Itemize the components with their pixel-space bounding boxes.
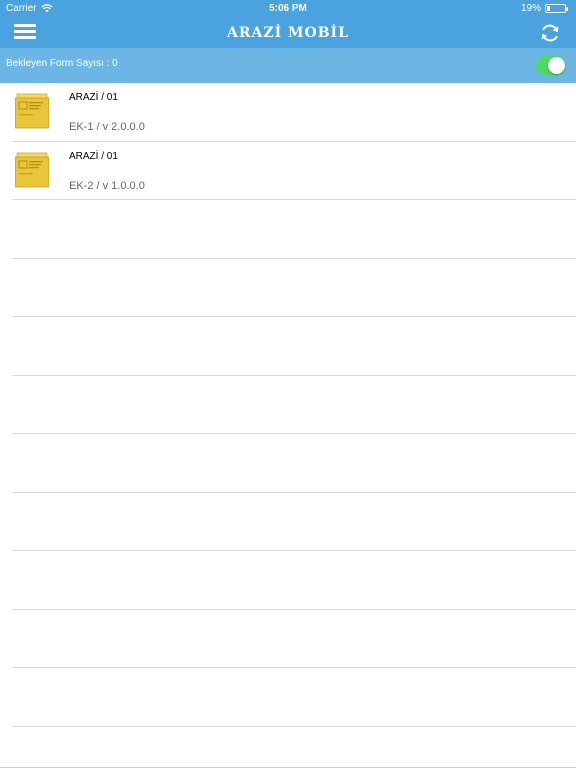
pending-forms-bar: Bekleyen Form Sayısı : 0: [0, 48, 576, 83]
form-version: EK-1 / v 2.0.0.0: [69, 121, 145, 133]
form-row-1[interactable]: ARAZİ / 01 EK-1 / v 2.0.0.0: [0, 83, 576, 142]
battery-fill: [547, 6, 551, 11]
empty-row: [0, 434, 576, 493]
empty-row: [0, 668, 576, 727]
toggle-knob: [548, 57, 565, 74]
form-version: EK-2 / v 1.0.0.0: [69, 179, 145, 192]
form-document-icon: [15, 152, 49, 187]
empty-row: [0, 317, 576, 376]
status-time: 5:06 PM: [269, 3, 307, 14]
empty-row: [0, 259, 576, 317]
empty-row: [0, 610, 576, 668]
form-row-2[interactable]: ARAZİ / 01 EK-2 / v 1.0.0.0: [0, 142, 576, 200]
refresh-icon: [541, 24, 559, 42]
forms-list: ARAZİ / 01 EK-1 / v 2.0.0.0 ARAZİ / 01 E…: [0, 83, 576, 727]
empty-row: [0, 493, 576, 551]
nav-bar: ARAZİ MOBİL: [0, 17, 576, 48]
empty-row: [0, 551, 576, 610]
status-bar: Carrier 5:06 PM 19%: [0, 0, 576, 17]
empty-row: [0, 200, 576, 259]
sync-toggle[interactable]: [536, 56, 566, 75]
form-title: ARAZİ / 01: [69, 92, 118, 103]
row-divider: [12, 725, 576, 727]
refresh-button[interactable]: [538, 21, 562, 45]
empty-row: [0, 376, 576, 434]
battery-icon: [545, 4, 568, 13]
battery-percent: 19%: [520, 3, 541, 14]
form-document-icon: [15, 93, 49, 129]
app-title: ARAZİ MOBİL: [227, 25, 349, 41]
pending-forms-label: Bekleyen Form Sayısı : 0: [6, 58, 118, 69]
status-right: 19%: [520, 3, 568, 14]
form-title: ARAZİ / 01: [69, 150, 118, 162]
